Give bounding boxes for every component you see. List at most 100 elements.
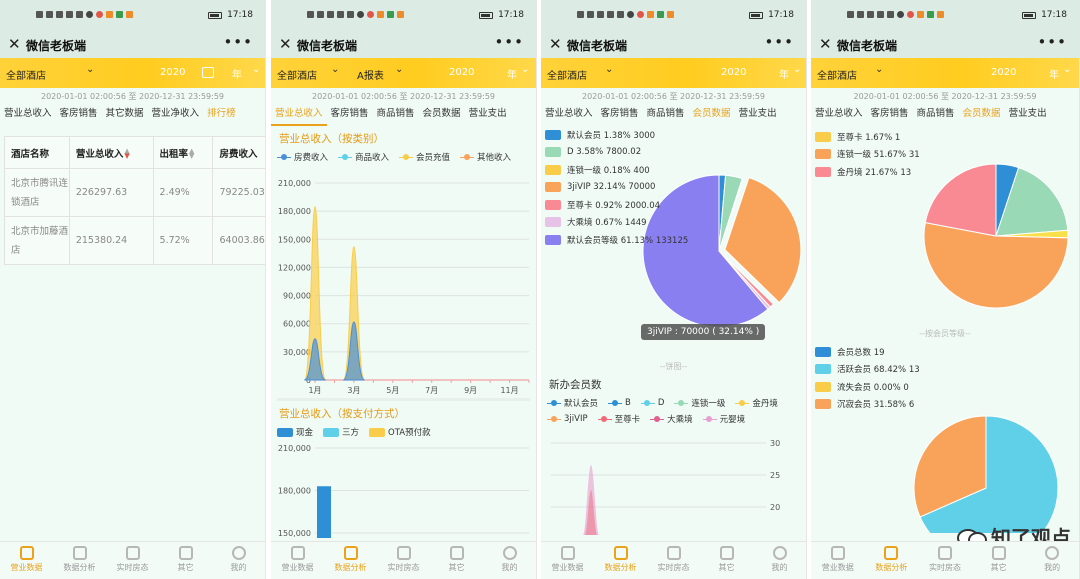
column-header-room-revenue[interactable]: 房费收入 [212, 136, 265, 169]
table-row[interactable]: 北京市加藤酒店 215380.24 5.72% 64003.86 [4, 216, 265, 265]
chevron-down-icon[interactable]: ⌄ [521, 64, 529, 75]
legend-item[interactable]: 至尊卡 0.92% 2000.04 [545, 196, 688, 214]
period-select[interactable]: 年 [1049, 66, 1059, 81]
close-icon[interactable]: ✕ [8, 36, 21, 52]
legend-item[interactable]: 流失会员 0.00% 0 [815, 378, 1079, 396]
nav-other[interactable]: 其它 [972, 542, 1026, 579]
hotel-select[interactable]: 全部酒店 [547, 67, 587, 82]
legend-item[interactable]: 连锁一级 [674, 397, 725, 409]
legend-item[interactable]: 会员总数 19 [815, 343, 1079, 361]
more-icon[interactable]: ••• [764, 33, 794, 51]
legend-item[interactable]: 连锁一级 0.18% 400 [545, 161, 688, 179]
nav-business-data[interactable]: 营业数据 [271, 542, 324, 579]
tab-expenses[interactable]: 营业支出 [465, 106, 511, 126]
tab-net-revenue[interactable]: 营业净收入 [148, 106, 204, 126]
chevron-down-icon[interactable]: ⌄ [1063, 64, 1071, 75]
legend-item[interactable]: 3jiVIP [547, 413, 588, 425]
legend-item[interactable]: 默认会员 1.38% 3000 [545, 126, 688, 144]
chevron-down-icon[interactable]: ⌄ [331, 64, 339, 75]
legend-item[interactable]: 3jiVIP 32.14% 70000 [545, 179, 688, 197]
nav-room-status[interactable]: 实时房态 [647, 542, 700, 579]
legend-item[interactable]: D [640, 397, 664, 409]
legend-item[interactable]: B [608, 397, 631, 409]
nav-mine[interactable]: 我的 [212, 542, 265, 579]
chevron-down-icon[interactable]: ⌄ [875, 64, 883, 75]
tab-other-data[interactable]: 其它数据 [102, 106, 148, 126]
tab-total-revenue[interactable]: 营业总收入 [271, 106, 327, 126]
tab-member-data[interactable]: 会员数据 [419, 106, 465, 126]
nav-mine[interactable]: 我的 [753, 542, 806, 579]
nav-other[interactable]: 其它 [159, 542, 212, 579]
close-icon[interactable]: ✕ [819, 36, 832, 52]
legend-item[interactable]: 现金 [277, 426, 313, 438]
tab-member-data[interactable]: 会员数据 [959, 106, 1005, 126]
more-icon[interactable]: ••• [494, 33, 524, 51]
legend-item[interactable]: 元婴境 [702, 413, 745, 425]
legend-item[interactable]: 房费收入 [277, 151, 328, 163]
hotel-select[interactable]: 全部酒店 [817, 67, 857, 82]
legend-item[interactable]: 大乘境 [650, 413, 693, 425]
chevron-down-icon[interactable]: ⌄ [605, 64, 613, 75]
tab-goods-sales[interactable]: 商品销售 [373, 106, 419, 126]
legend-item[interactable]: D 3.58% 7800.02 [545, 144, 688, 162]
tab-room-sales[interactable]: 客房销售 [56, 106, 102, 126]
tab-room-sales[interactable]: 客房销售 [867, 106, 913, 126]
nav-room-status[interactable]: 实时房态 [377, 542, 430, 579]
legend-item[interactable]: 至尊卡 1.67% 1 [815, 128, 920, 146]
calendar-icon[interactable] [202, 67, 214, 78]
tab-total-revenue[interactable]: 营业总收入 [0, 106, 56, 126]
sort-icon[interactable]: ▲ ▼ [189, 148, 194, 160]
tab-total-revenue[interactable]: 营业总收入 [541, 106, 597, 126]
nav-other[interactable]: 其它 [430, 542, 483, 579]
hotel-select[interactable]: 全部酒店 [6, 67, 46, 82]
legend-item[interactable]: 至尊卡 [597, 413, 640, 425]
year-value[interactable]: 2020 [449, 67, 474, 78]
tab-goods-sales[interactable]: 商品销售 [643, 106, 689, 126]
column-header-occupancy[interactable]: 出租率 ▲ ▼ [152, 136, 214, 169]
nav-data-analysis[interactable]: 数据分析 [53, 542, 106, 579]
year-value[interactable]: 2020 [991, 67, 1016, 78]
nav-business-data[interactable]: 营业数据 [811, 542, 865, 579]
legend-item[interactable]: 活跃会员 68.42% 13 [815, 361, 1079, 379]
close-icon[interactable]: ✕ [279, 36, 292, 52]
nav-data-analysis[interactable]: 数据分析 [594, 542, 647, 579]
sort-icon[interactable]: ▲ ▼ [124, 148, 129, 160]
year-value[interactable]: 2020 [160, 67, 185, 78]
nav-room-status[interactable]: 实时房态 [106, 542, 159, 579]
nav-data-analysis[interactable]: 数据分析 [865, 542, 919, 579]
chevron-down-icon[interactable]: ⌄ [395, 64, 403, 75]
tab-expenses[interactable]: 营业支出 [735, 106, 781, 126]
legend-item[interactable]: 其他收入 [460, 151, 511, 163]
nav-business-data[interactable]: 营业数据 [0, 542, 53, 579]
chevron-down-icon[interactable]: ⌄ [793, 64, 801, 75]
chevron-down-icon[interactable]: ⌄ [86, 64, 94, 75]
legend-item[interactable]: 连锁一级 51.67% 31 [815, 146, 920, 164]
more-icon[interactable]: ••• [223, 33, 253, 51]
legend-item[interactable]: 默认会员等级 61.13% 133125 [545, 231, 688, 249]
nav-business-data[interactable]: 营业数据 [541, 542, 594, 579]
column-header-revenue[interactable]: 营业总收入 ▲ ▼ [68, 136, 154, 169]
legend-item[interactable]: 会员充值 [399, 151, 450, 163]
tab-goods-sales[interactable]: 商品销售 [913, 106, 959, 126]
year-value[interactable]: 2020 [721, 67, 746, 78]
tab-ranking[interactable]: 排行榜 [203, 106, 240, 126]
legend-item[interactable]: 三方 [323, 426, 359, 438]
nav-other[interactable]: 其它 [700, 542, 753, 579]
more-icon[interactable]: ••• [1037, 33, 1067, 51]
chevron-down-icon[interactable]: ⌄ [252, 64, 260, 75]
nav-data-analysis[interactable]: 数据分析 [324, 542, 377, 579]
period-select[interactable]: 年 [232, 66, 242, 81]
nav-mine[interactable]: 我的 [1025, 542, 1079, 579]
legend-item[interactable]: OTA预付款 [369, 426, 431, 438]
report-select[interactable]: A报表 [357, 67, 384, 82]
table-row[interactable]: 北京市腾讯连锁酒店 226297.63 2.49% 79225.03 [4, 168, 265, 217]
tab-member-data[interactable]: 会员数据 [689, 106, 735, 126]
nav-room-status[interactable]: 实时房态 [918, 542, 972, 579]
legend-item[interactable]: 商品收入 [338, 151, 389, 163]
legend-item[interactable]: 默认会员 [547, 397, 598, 409]
tab-expenses[interactable]: 营业支出 [1005, 106, 1051, 126]
tab-total-revenue[interactable]: 营业总收入 [811, 106, 867, 126]
legend-item[interactable]: 沉寂会员 31.58% 6 [815, 396, 1079, 414]
legend-item[interactable]: 大乘境 0.67% 1449 [545, 214, 688, 232]
tab-room-sales[interactable]: 客房销售 [327, 106, 373, 126]
